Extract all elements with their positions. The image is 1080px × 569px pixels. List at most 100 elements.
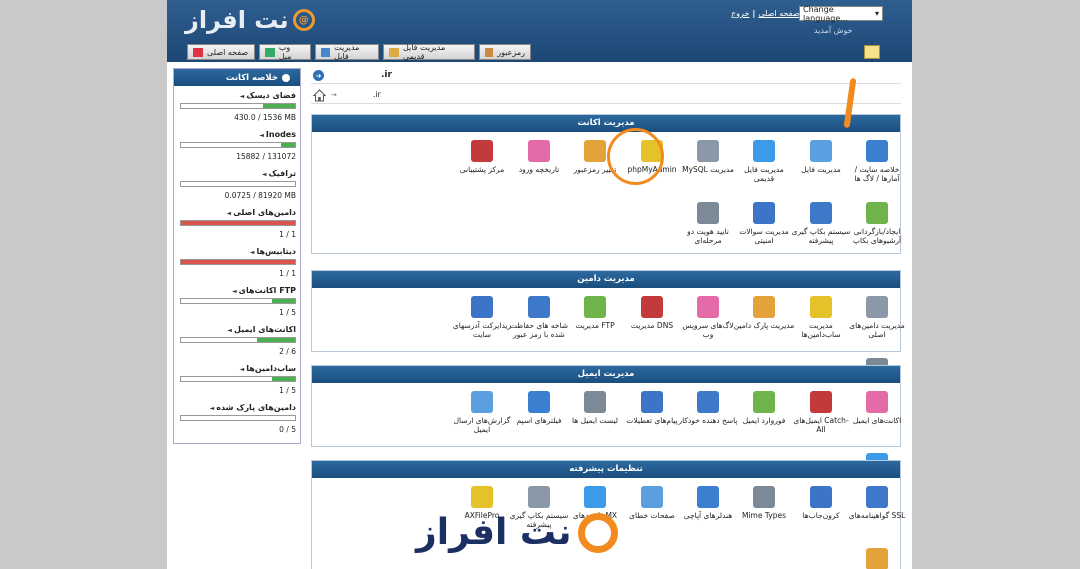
stat-value: 1 / 1 <box>279 269 296 278</box>
item-icon <box>810 486 832 508</box>
panel-item[interactable]: لاگ‌های سرویس وب <box>846 548 908 569</box>
language-select[interactable]: Change language... ▾ <box>799 5 883 23</box>
stat-item: فضای دیسک 430.0 / 1536 MB <box>180 91 296 122</box>
stat-value: 1 / 5 <box>279 308 296 317</box>
panel-item[interactable]: گواهینامه‌های SSL <box>846 486 908 520</box>
panel-item[interactable]: شاخه های حفاظت شده با رمز عبور <box>508 296 570 339</box>
stat-label: فضای دیسک <box>180 91 296 100</box>
item-label: هندلرهای آپاچی <box>683 511 733 520</box>
panel-item[interactable]: مدیریت FTP <box>564 296 626 330</box>
stat-label: اکانت‌های ایمیل <box>180 325 296 334</box>
panel-item[interactable]: پیام‌های تعطیلات <box>621 391 683 425</box>
item-icon <box>810 202 832 224</box>
stat-progress-bar <box>180 142 296 148</box>
item-icon <box>641 296 663 318</box>
item-label: سیستم بکاپ گیری پیشرفته <box>791 227 851 245</box>
stat-progress-bar <box>180 181 296 187</box>
item-label: مدیریت FTP <box>575 321 615 330</box>
item-icon <box>584 391 606 413</box>
item-label: لاگ‌های سرویس وب <box>682 321 734 339</box>
panel-item[interactable]: سیستم بکاپ گیری پیشرفته <box>790 202 852 245</box>
section-title: تنظیمات پیشرفته <box>312 461 900 478</box>
panel-item[interactable]: مدیریت ساب‌دامین‌ها <box>790 296 852 339</box>
breadcrumb: → .ir <box>311 88 901 104</box>
crumb-arrow-icon: → <box>331 91 337 99</box>
stat-label: دامین‌های اصلی <box>180 208 296 217</box>
panel-item[interactable]: هندلرهای آپاچی <box>677 486 739 520</box>
panel-item[interactable]: MySQL مدیریت <box>677 140 739 174</box>
stat-progress-bar <box>180 337 296 343</box>
nav-label: صفحه اصلی <box>207 47 249 57</box>
item-label: پاسخ دهنده خودکار <box>678 416 738 425</box>
item-icon <box>697 296 719 318</box>
arrow-icon <box>282 73 290 82</box>
nav-password-button[interactable]: رمزعبور <box>479 44 531 60</box>
notes-icon[interactable] <box>864 45 880 59</box>
panel-item[interactable]: Mime Types <box>733 486 795 520</box>
panel-item[interactable]: مدیریت فایل <box>790 140 852 174</box>
panel-item[interactable]: مدیریت فایل قدیمی <box>733 140 795 183</box>
item-label: صفحات خطای <box>629 511 675 520</box>
home-link[interactable]: صفحه اصلی <box>758 9 799 18</box>
item-icon <box>584 140 606 162</box>
sidebar-title: خلاصه اکانت <box>174 69 300 86</box>
welcome-text: خوش آمدید <box>814 26 853 35</box>
highlight-circle <box>607 128 664 185</box>
item-label: پیام‌های تعطیلات <box>626 416 678 425</box>
item-icon <box>753 486 775 508</box>
navbar: صفحه اصلی وب میل مدیریت فایل مدیریت فایل… <box>167 41 912 62</box>
panel-item[interactable]: مدیریت DNS <box>621 296 683 330</box>
nav-home-button[interactable]: صفحه اصلی <box>187 44 255 60</box>
panel-item[interactable]: خلاصه سایت / آمارها / لاگ ها <box>846 140 908 183</box>
panel-item[interactable]: پاسخ دهنده خودکار <box>677 391 739 425</box>
panel-item[interactable]: لیست ایمیل ها <box>564 391 626 425</box>
panel-item[interactable]: فوروارد ایمیل <box>733 391 795 425</box>
panel-item[interactable]: ریدایرکت آدرسهای سایت <box>451 296 513 339</box>
item-icon <box>866 296 888 318</box>
panel-item[interactable]: مدیریت سوالات امنیتی <box>733 202 795 245</box>
watermark-text: نت افراز <box>416 512 572 553</box>
item-label: MySQL مدیریت <box>682 165 734 174</box>
panel-item[interactable]: تایید هویت دو مرحله‌ای <box>677 202 739 245</box>
nav-webmail-button[interactable]: وب میل <box>259 43 311 61</box>
item-icon <box>697 202 719 224</box>
stat-label: اکانت‌های FTP <box>180 286 296 295</box>
item-label: تایید هویت دو مرحله‌ای <box>687 227 729 245</box>
watermark: نت افراز <box>416 512 618 553</box>
panel-item[interactable]: ایجاد/بازگردانی آرشیوهای بکاپ <box>846 202 908 245</box>
stat-progress-fill <box>257 338 295 342</box>
item-icon <box>810 140 832 162</box>
arrow-right-icon[interactable]: ➜ <box>313 70 324 81</box>
item-icon <box>471 140 493 162</box>
panel-item[interactable]: صفحات خطای <box>621 486 683 520</box>
panel-item[interactable]: ایمیل‌های Catch-All <box>790 391 852 434</box>
panel-item[interactable]: مدیریت پارک دامین <box>733 296 795 330</box>
url-row: ➜ .ir <box>311 68 901 84</box>
panel-item[interactable]: مدیریت دامین‌های اصلی <box>846 296 908 339</box>
item-icon <box>697 486 719 508</box>
nav-label: مدیریت فایل قدیمی <box>402 43 446 61</box>
logout-link[interactable]: خروج <box>731 9 749 18</box>
logo[interactable]: نت افراز @ <box>185 4 315 36</box>
domain-url: .ir <box>381 70 392 80</box>
nav-old-file-manager-button[interactable]: مدیریت فایل قدیمی <box>383 43 475 61</box>
stat-value: 430.0 / 1536 MB <box>234 113 296 122</box>
panel-item[interactable]: کرون‌جاب‌ها <box>790 486 852 520</box>
item-icon <box>697 391 719 413</box>
item-label: مدیریت سوالات امنیتی <box>739 227 789 245</box>
item-label: شاخه های حفاظت شده با رمز عبور <box>509 321 569 339</box>
section-title: مدیریت اکانت <box>312 115 900 132</box>
panel-item[interactable]: فیلترهای اسپم <box>508 391 570 425</box>
item-label: مدیریت فایل <box>801 165 841 174</box>
stat-item: Inodes 15882 / 131072 <box>180 130 296 161</box>
panel-item[interactable]: گزارش‌های ارسال ایمیل <box>451 391 513 434</box>
nav-file-manager-button[interactable]: مدیریت فایل <box>315 43 379 61</box>
panel-item[interactable]: لاگ‌های سرویس وب <box>677 296 739 339</box>
item-icon <box>528 486 550 508</box>
panel-item[interactable]: تاریخچه ورود <box>508 140 570 174</box>
home-icon[interactable] <box>313 89 326 102</box>
panel-item[interactable]: مرکز پشتیبانی <box>451 140 513 174</box>
nav-label: مدیریت فایل <box>334 43 360 61</box>
header: نت افراز @ خروج | صفحه اصلی Change langu… <box>167 0 912 62</box>
panel-item[interactable]: اکانت‌های ایمیل <box>846 391 908 425</box>
